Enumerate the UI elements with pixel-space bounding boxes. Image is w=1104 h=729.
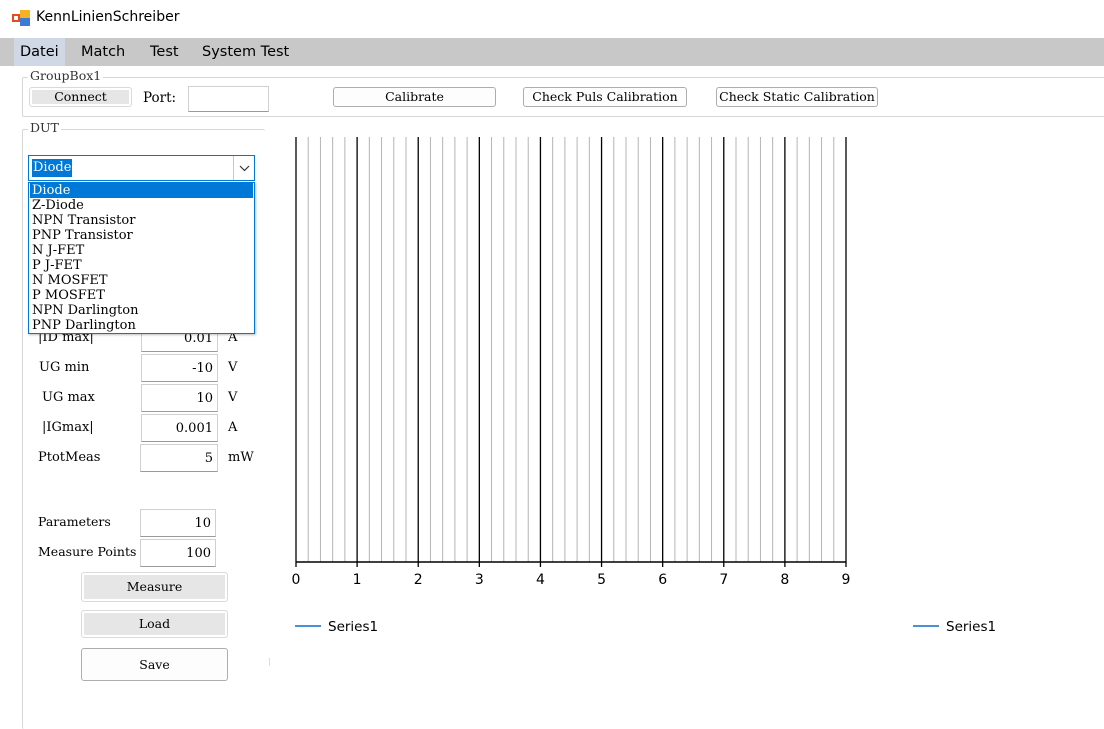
- dut-option-pnp-transistor[interactable]: PNP Transistor: [30, 228, 253, 243]
- x-tick-label: 8: [780, 572, 789, 588]
- x-tick-label: 6: [658, 572, 667, 588]
- measure-button[interactable]: Measure: [81, 572, 228, 602]
- menu-datei[interactable]: Datei: [14, 38, 65, 66]
- menu-test[interactable]: Test: [144, 38, 185, 66]
- port-label: Port:: [143, 90, 177, 106]
- dut-option-p-mosfet[interactable]: P MOSFET: [30, 288, 253, 303]
- chart-grid: [295, 137, 847, 567]
- measure-points-label: Measure Points: [38, 544, 137, 559]
- chevron-down-icon: [239, 165, 250, 172]
- connect-button[interactable]: Connect: [29, 87, 132, 107]
- ug-min-input[interactable]: [141, 354, 218, 382]
- dut-option-npn-darlington[interactable]: NPN Darlington: [30, 303, 253, 318]
- window-title: KennLinienSchreiber: [36, 9, 180, 25]
- menu-match[interactable]: Match: [75, 38, 131, 66]
- dut-option-pnp-darlington[interactable]: PNP Darlington: [30, 318, 253, 333]
- ptotmeas-input[interactable]: [140, 444, 218, 472]
- x-tick-label: 1: [353, 572, 362, 588]
- dut-option-z-diode[interactable]: Z-Diode: [30, 198, 253, 213]
- chart-tick-labels: 0 1 2 3 4 5 6 7 8 9: [292, 572, 851, 588]
- save-button[interactable]: Save: [81, 648, 228, 681]
- parameters-input[interactable]: [140, 509, 216, 537]
- port-input[interactable]: [188, 86, 269, 112]
- ug-max-label: UG max: [42, 390, 95, 405]
- dut-option-p-jfet[interactable]: P J-FET: [30, 258, 253, 273]
- calibrate-button[interactable]: Calibrate: [333, 87, 496, 107]
- dut-dropdown-list: Diode Z-Diode NPN Transistor PNP Transis…: [28, 182, 255, 334]
- menu-system-test[interactable]: System Test: [196, 38, 295, 66]
- x-tick-label: 0: [292, 572, 301, 588]
- app-icon: [12, 10, 30, 26]
- ptotmeas-unit: mW: [228, 450, 254, 465]
- legend-label: Series1: [946, 619, 996, 635]
- ug-max-unit: V: [228, 390, 238, 405]
- dut-option-diode[interactable]: Diode: [30, 183, 253, 198]
- check-static-calibration-button[interactable]: Check Static Calibration: [716, 87, 878, 107]
- characteristic-chart: 0 1 2 3 4 5 6 7 8 9 Series1 Series1: [292, 137, 996, 635]
- ug-min-unit: V: [228, 360, 238, 375]
- ig-max-input[interactable]: [141, 414, 218, 442]
- x-tick-label: 9: [842, 572, 851, 588]
- dut-option-n-mosfet[interactable]: N MOSFET: [30, 273, 253, 288]
- parameters-label: Parameters: [38, 514, 111, 529]
- dut-option-npn-transistor[interactable]: NPN Transistor: [30, 213, 253, 228]
- ug-min-label: UG min: [39, 360, 90, 375]
- dut-combobox[interactable]: Diode: [28, 155, 255, 181]
- check-puls-calibration-button[interactable]: Check Puls Calibration: [523, 87, 687, 107]
- load-button[interactable]: Load: [81, 610, 228, 638]
- groupbox1-label: GroupBox1: [28, 68, 104, 83]
- x-tick-label: 4: [536, 572, 545, 588]
- x-tick-label: 2: [414, 572, 423, 588]
- ug-max-input[interactable]: [141, 384, 218, 412]
- ig-max-label: |IGmax|: [42, 420, 94, 435]
- divider: [269, 658, 270, 666]
- legend-label: Series1: [328, 619, 378, 635]
- dut-combobox-toggle[interactable]: [233, 156, 254, 180]
- x-tick-label: 3: [475, 572, 484, 588]
- dut-option-n-jfet[interactable]: N J-FET: [30, 243, 253, 258]
- title-bar: KennLinienSchreiber: [0, 0, 1104, 37]
- chart-legend: Series1 Series1: [295, 619, 996, 635]
- x-tick-label: 5: [597, 572, 606, 588]
- x-tick-label: 7: [719, 572, 728, 588]
- ptotmeas-label: PtotMeas: [38, 450, 101, 465]
- menu-bar: Datei Match Test System Test: [0, 38, 1104, 66]
- ig-max-unit: A: [228, 420, 238, 435]
- dut-label: DUT: [28, 120, 61, 135]
- measure-points-input[interactable]: [140, 539, 216, 567]
- dut-combobox-value: Diode: [32, 159, 73, 177]
